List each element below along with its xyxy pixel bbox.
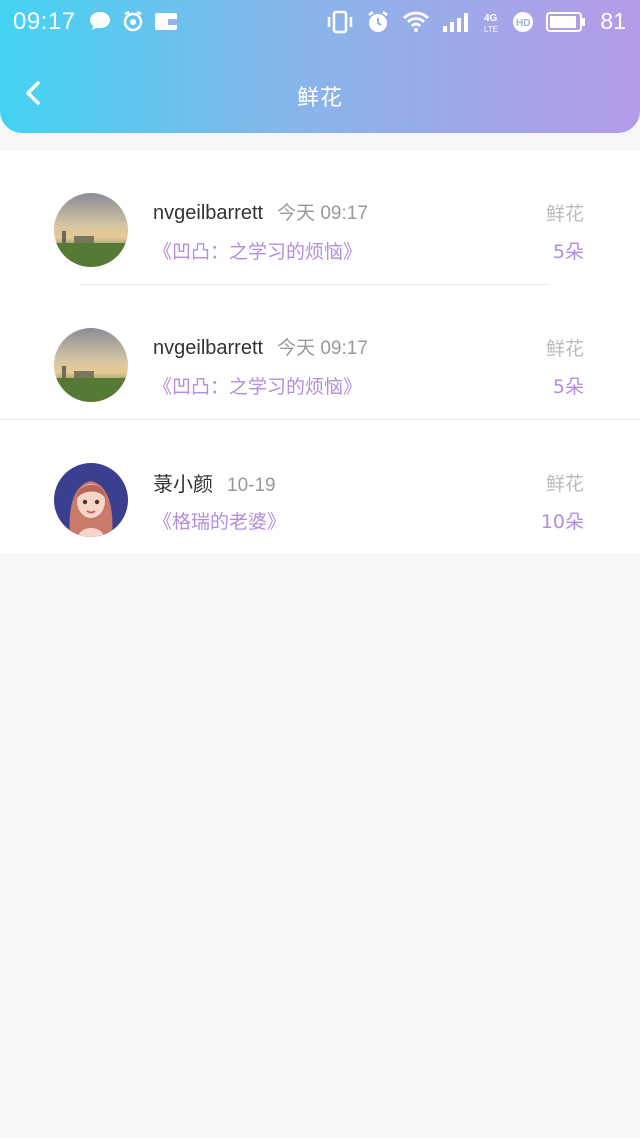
svg-text:LTE: LTE (484, 25, 498, 33)
list-item[interactable]: 菉小颜 10-19 《格瑞的老婆》 鲜花 10朵 (0, 420, 640, 554)
4g-lte-icon: 4GLTE (484, 13, 498, 33)
gift-type: 鲜花 (545, 473, 584, 495)
flower-record-list: nvgeilbarrett 今天 09:17 《凹凸：之学习的烦恼》 鲜花 5朵 (0, 150, 640, 554)
avatar[interactable] (54, 328, 128, 402)
top-header: 09:17 4G LTE HD 81 鲜花 (0, 0, 640, 133)
system-icons: 4G LTE HD 81 (326, 8, 626, 35)
status-bar: 09:17 4G LTE HD 81 (0, 0, 640, 44)
sender-name-line: 菉小颜 10-19 (153, 468, 276, 497)
chat-bubble-icon (90, 12, 110, 30)
wallet-icon (155, 13, 177, 30)
gift-type: 鲜花 (545, 338, 584, 360)
hd-icon: HD (513, 11, 534, 32)
svg-text:HD: HD (516, 18, 530, 29)
send-time: 今天 09:17 (277, 203, 368, 224)
vibrate-icon (328, 10, 353, 33)
alarm-icon (368, 10, 389, 32)
book-title[interactable]: 《凹凸：之学习的烦恼》 (153, 372, 362, 399)
status-time: 09:17 (13, 8, 76, 35)
notification-icons (88, 10, 178, 32)
gift-count: 5朵 (552, 376, 584, 398)
sender-name-line: nvgeilbarrett 今天 09:17 (153, 198, 368, 225)
anime-girl-avatar-image (54, 463, 128, 537)
battery-icon (546, 11, 586, 32)
sender-name-line: nvgeilbarrett 今天 09:17 (153, 333, 368, 360)
page-title: 鲜花 (296, 86, 343, 111)
svg-text:4G: 4G (484, 13, 498, 24)
sender-name: 菉小颜 (153, 474, 213, 496)
landscape-sunset-avatar-image (54, 193, 128, 267)
gift-type: 鲜花 (545, 203, 584, 225)
gift-count: 5朵 (552, 241, 584, 263)
avatar[interactable] (54, 193, 128, 267)
gift-count: 10朵 (540, 511, 584, 533)
book-title[interactable]: 《凹凸：之学习的烦恼》 (153, 237, 362, 264)
list-item[interactable]: nvgeilbarrett 今天 09:17 《凹凸：之学习的烦恼》 鲜花 5朵 (0, 150, 640, 284)
send-time: 今天 09:17 (277, 338, 368, 359)
battery-level: 81 (600, 8, 626, 34)
landscape-sunset-avatar-image (54, 328, 128, 402)
send-time: 10-19 (227, 475, 276, 496)
alarm-clock-icon (123, 10, 143, 32)
book-title[interactable]: 《格瑞的老婆》 (153, 507, 286, 534)
avatar[interactable] (54, 463, 128, 537)
sender-name: nvgeilbarrett (153, 202, 264, 224)
signal-icon (443, 12, 469, 32)
list-item[interactable]: nvgeilbarrett 今天 09:17 《凹凸：之学习的烦恼》 鲜花 5朵 (0, 285, 640, 419)
wifi-icon (403, 11, 430, 32)
sender-name: nvgeilbarrett (153, 337, 264, 359)
